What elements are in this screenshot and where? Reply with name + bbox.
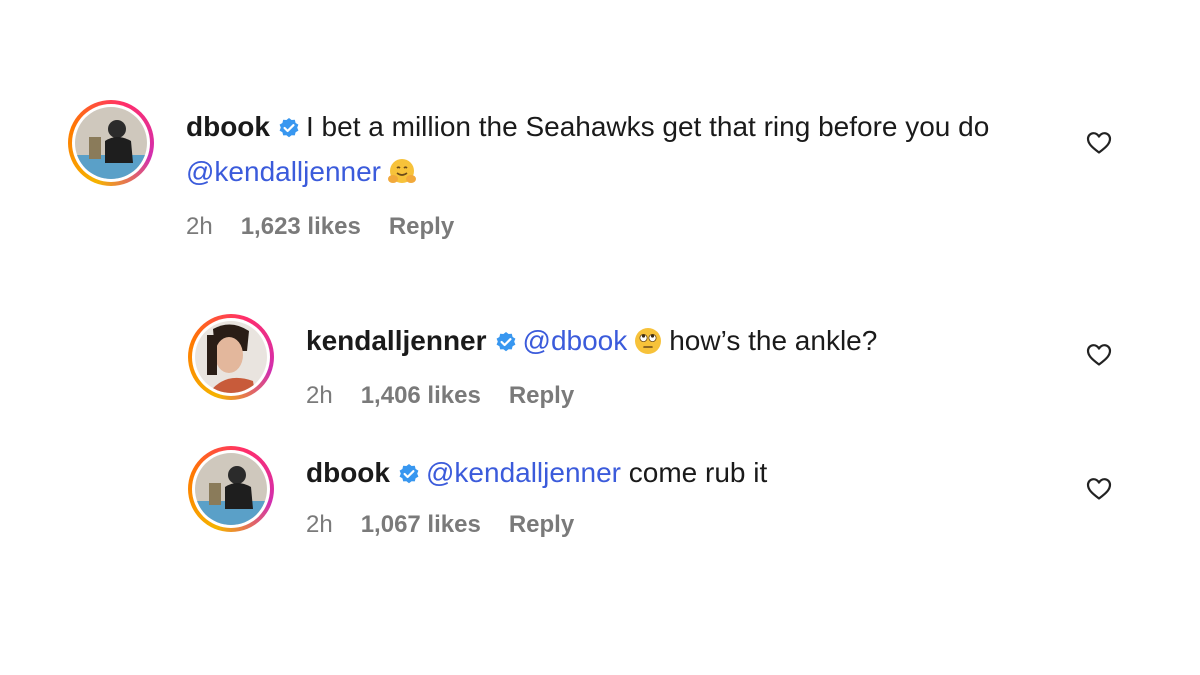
mention-link[interactable]: @dbook	[523, 325, 628, 356]
comment-text: come rub it	[628, 457, 768, 488]
comment-likes[interactable]: 1,623 likes	[241, 213, 361, 241]
reply-button[interactable]: Reply	[509, 511, 574, 539]
comment-username[interactable]: dbook	[306, 457, 390, 488]
mention-link[interactable]: @kendalljenner	[426, 457, 621, 488]
story-ring[interactable]	[68, 100, 154, 186]
comment-username[interactable]: dbook	[186, 111, 270, 142]
avatar-dbook	[75, 107, 147, 179]
comment-dbook-1: dbook I bet a million the Seahawks get th…	[68, 100, 1016, 241]
heart-icon[interactable]	[1086, 131, 1112, 160]
verified-badge-icon	[278, 109, 300, 151]
story-ring[interactable]	[188, 314, 274, 400]
comment-timestamp: 2h	[306, 382, 333, 409]
eye-roll-emoji	[633, 326, 663, 368]
avatar-dbook	[195, 453, 267, 525]
verified-badge-icon	[398, 455, 420, 497]
heart-icon[interactable]	[1086, 477, 1112, 506]
reply-button[interactable]: Reply	[509, 382, 574, 410]
comment-dbook-2: dbook @kendalljenner come rub it 2h 1,067…	[188, 446, 767, 539]
comment-likes[interactable]: 1,406 likes	[361, 382, 481, 410]
story-ring[interactable]	[188, 446, 274, 532]
avatar-kendalljenner	[195, 321, 267, 393]
comment-timestamp: 2h	[186, 213, 213, 240]
verified-badge-icon	[495, 323, 517, 365]
reply-button[interactable]: Reply	[389, 213, 454, 241]
comment-text: how’s the ankle?	[669, 325, 878, 356]
comment-thread: dbook I bet a million the Seahawks get th…	[0, 0, 1200, 675]
comment-kendalljenner: kendalljenner @dbook how’s the ankle? 2h 1…	[188, 314, 877, 410]
comment-timestamp: 2h	[306, 511, 333, 538]
comment-username[interactable]: kendalljenner	[306, 325, 487, 356]
comment-text: I bet a million the Seahawks get that ri…	[306, 111, 990, 142]
hugging-face-emoji	[387, 157, 417, 199]
heart-icon[interactable]	[1086, 343, 1112, 372]
comment-likes[interactable]: 1,067 likes	[361, 511, 481, 539]
mention-link[interactable]: @kendalljenner	[186, 156, 381, 187]
